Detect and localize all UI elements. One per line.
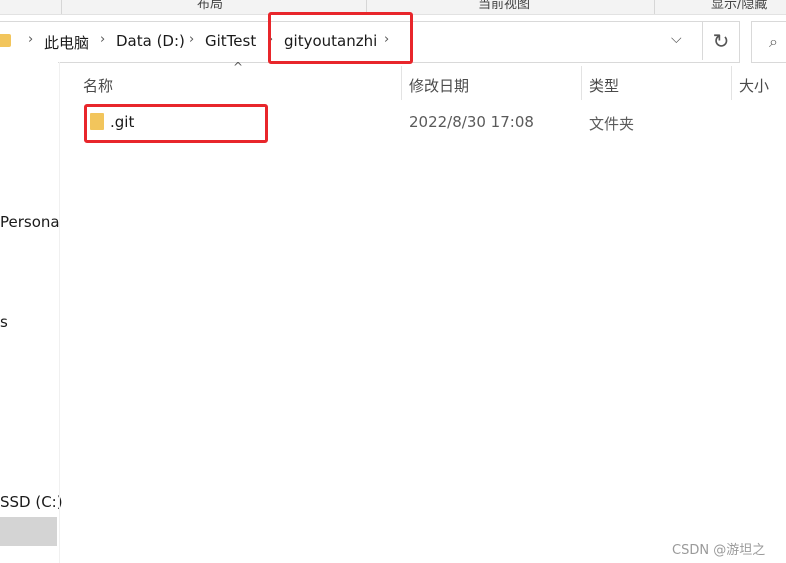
column-separator[interactable]: [731, 66, 732, 100]
chevron-right-icon[interactable]: ›: [100, 32, 105, 47]
column-header-size[interactable]: 大小: [739, 75, 769, 96]
breadcrumb-gittest[interactable]: GitTest: [205, 32, 256, 50]
nav-item-selected-highlight[interactable]: [0, 517, 57, 546]
chevron-right-icon[interactable]: ›: [189, 32, 194, 47]
nav-item-personal[interactable]: Persona: [0, 213, 60, 231]
column-separator[interactable]: [401, 66, 402, 100]
column-header-modified[interactable]: 修改日期: [409, 75, 469, 96]
breadcrumb-this-pc[interactable]: 此电脑: [44, 32, 89, 53]
column-header-name[interactable]: 名称: [83, 75, 113, 96]
chevron-down-icon[interactable]: ⌵: [671, 31, 682, 47]
refresh-button[interactable]: ↻: [702, 22, 739, 60]
pane-divider[interactable]: [59, 62, 60, 563]
nav-item-ssd-c[interactable]: SSD (C:): [0, 493, 63, 511]
breadcrumb-data-drive[interactable]: Data (D:): [116, 32, 185, 50]
ribbon-group-layout: 布局: [197, 0, 224, 12]
search-icon: ⌕: [769, 32, 778, 51]
search-input[interactable]: ⌕: [751, 21, 786, 63]
annotation-highlight-git-folder: [84, 104, 268, 143]
refresh-icon: ↻: [712, 29, 730, 53]
ribbon-group-current-view: 当前视图: [478, 0, 531, 12]
nav-item-truncated[interactable]: s: [0, 313, 8, 331]
watermark: CSDN @游坦之: [672, 543, 766, 558]
file-type: 文件夹: [589, 115, 635, 133]
ribbon-separator: [654, 0, 655, 14]
chevron-right-icon[interactable]: ›: [28, 32, 33, 47]
navigation-pane: [0, 62, 58, 563]
column-separator[interactable]: [581, 66, 582, 100]
ribbon-group-show-hide: 显示/隐藏: [711, 0, 768, 12]
file-modified: 2022/8/30 17:08: [409, 113, 534, 131]
sort-ascending-icon: ^: [233, 60, 244, 74]
folder-icon: [0, 34, 11, 47]
annotation-highlight-address: [268, 12, 413, 64]
ribbon-separator: [61, 0, 62, 14]
column-header-type[interactable]: 类型: [589, 75, 619, 96]
